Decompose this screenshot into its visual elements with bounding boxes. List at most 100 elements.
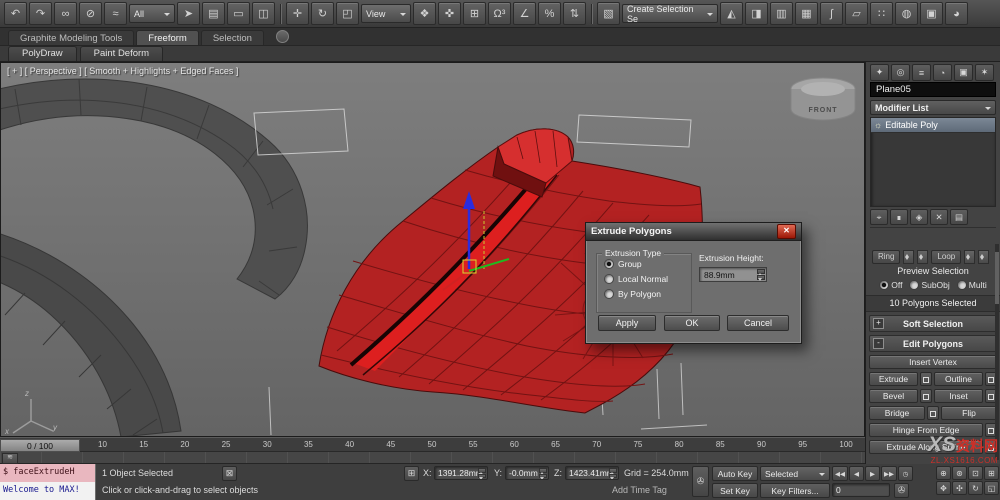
maxscript-listener[interactable]: Welcome to MAX! bbox=[0, 482, 96, 500]
insert-vertex-button[interactable]: Insert Vertex bbox=[869, 355, 997, 369]
hierarchy-tab-icon[interactable]: ≡ bbox=[912, 64, 931, 81]
selection-filter-dropdown[interactable]: All bbox=[129, 4, 175, 23]
maxscript-macro-recorder[interactable]: $ faceExtrudeH bbox=[0, 464, 96, 482]
preview-multi-radio[interactable]: Multi bbox=[956, 279, 987, 290]
select-by-name-icon[interactable]: ▤ bbox=[202, 2, 225, 25]
ribbon-minimize-button[interactable] bbox=[275, 30, 289, 43]
frame-tick[interactable]: 25 bbox=[222, 440, 231, 449]
extrude-settings-button[interactable] bbox=[920, 372, 932, 386]
schematic-view-icon[interactable]: ▱ bbox=[845, 2, 868, 25]
x-coordinate-input[interactable]: 1391.28mm bbox=[434, 466, 488, 480]
bridge-settings-button[interactable] bbox=[927, 406, 939, 420]
frame-tick[interactable]: 40 bbox=[345, 440, 354, 449]
expand-icon[interactable]: + bbox=[873, 318, 884, 329]
named-sets-icon[interactable]: ▧ bbox=[597, 2, 620, 25]
viewport-label[interactable]: [ + ] [ Perspective ] [ Smooth + Highlig… bbox=[7, 66, 238, 76]
go-start-button[interactable]: ◀◀ bbox=[832, 466, 848, 481]
loop-shrink-spinner[interactable] bbox=[978, 250, 990, 264]
key-mode-toggle-icon[interactable]: ✇ bbox=[894, 483, 909, 498]
extrude-button[interactable]: Extrude bbox=[869, 372, 918, 386]
group-radio[interactable]: Group bbox=[604, 259, 691, 269]
undo-icon[interactable]: ↶ bbox=[4, 2, 27, 25]
motion-tab-icon[interactable]: ◔ bbox=[933, 64, 952, 81]
outline-button[interactable]: Outline bbox=[934, 372, 983, 386]
visibility-bulb-icon[interactable]: ☼ bbox=[874, 120, 882, 130]
select-object-icon[interactable]: ➤ bbox=[177, 2, 200, 25]
tab-graphite-modeling-tools[interactable]: Graphite Modeling Tools bbox=[8, 30, 135, 45]
spinner-snap-icon[interactable]: ⇅ bbox=[563, 2, 586, 25]
layer-manager-icon[interactable]: ▥ bbox=[770, 2, 793, 25]
frame-tick[interactable]: 75 bbox=[633, 440, 642, 449]
frame-tick[interactable]: 95 bbox=[798, 440, 807, 449]
unlink-icon[interactable]: ⊘ bbox=[79, 2, 102, 25]
orbit-icon[interactable]: ↻ bbox=[968, 481, 983, 495]
frame-tick[interactable]: 55 bbox=[469, 440, 478, 449]
frame-tick[interactable]: 65 bbox=[551, 440, 560, 449]
key-filters-button[interactable]: Key Filters... bbox=[760, 483, 830, 498]
prev-frame-button[interactable]: ◀ bbox=[849, 466, 864, 481]
frame-tick[interactable]: 80 bbox=[675, 440, 684, 449]
frame-tick[interactable]: 70 bbox=[592, 440, 601, 449]
edit-polygons-rollout[interactable]: - Edit Polygons bbox=[869, 335, 997, 352]
material-editor-icon[interactable]: ∷ bbox=[870, 2, 893, 25]
scrollbar-thumb[interactable] bbox=[995, 252, 999, 304]
tab-freeform[interactable]: Freeform bbox=[136, 30, 199, 45]
create-tab-icon[interactable]: ✦ bbox=[870, 64, 889, 81]
show-end-result-icon[interactable]: ∎ bbox=[890, 209, 908, 225]
flip-button[interactable]: Flip bbox=[941, 406, 997, 420]
frame-tick[interactable]: 100 bbox=[839, 440, 852, 449]
ring-button[interactable]: Ring bbox=[872, 250, 901, 264]
curve-editor-icon[interactable]: ∫ bbox=[820, 2, 843, 25]
rendered-frame-icon[interactable]: ▣ bbox=[920, 2, 943, 25]
collapse-icon[interactable]: - bbox=[873, 338, 884, 349]
close-icon[interactable]: ✕ bbox=[777, 224, 796, 239]
panel-scrollbar[interactable] bbox=[995, 244, 999, 460]
current-frame-field[interactable]: 0 bbox=[832, 483, 890, 497]
time-slider[interactable]: 0 / 100 10 15 20 25 30 35 40 45 50 55 60 65 70 75 80 85… bbox=[0, 437, 865, 452]
frame-tick[interactable]: 15 bbox=[139, 440, 148, 449]
spinner-arrows[interactable] bbox=[539, 468, 547, 479]
zoom-region-icon[interactable]: ⊞ bbox=[984, 466, 999, 480]
mirror-icon[interactable]: ◭ bbox=[720, 2, 743, 25]
spinner-arrows[interactable] bbox=[757, 269, 765, 281]
y-coordinate-input[interactable]: -0.0mm bbox=[505, 466, 549, 480]
panel-paint-deform[interactable]: Paint Deform bbox=[79, 46, 164, 61]
percent-snap-icon[interactable]: % bbox=[538, 2, 561, 25]
frame-tick[interactable]: 35 bbox=[304, 440, 313, 449]
cancel-button[interactable]: Cancel bbox=[727, 315, 789, 331]
play-button[interactable]: ▶ bbox=[865, 466, 880, 481]
extrusion-height-input[interactable]: 88.9mm bbox=[699, 267, 767, 282]
ring-grow-spinner[interactable] bbox=[903, 250, 915, 264]
frame-tick[interactable]: 60 bbox=[510, 440, 519, 449]
walkthrough-icon[interactable]: ✣ bbox=[952, 481, 967, 495]
select-scale-icon[interactable]: ◰ bbox=[336, 2, 359, 25]
select-manipulate-icon[interactable]: ✜ bbox=[438, 2, 461, 25]
frame-tick[interactable]: 30 bbox=[263, 440, 272, 449]
preview-off-radio[interactable]: Off bbox=[879, 279, 902, 290]
rect-select-icon[interactable]: ▭ bbox=[227, 2, 250, 25]
pin-stack-icon[interactable]: ⌖ bbox=[870, 209, 888, 225]
apply-button[interactable]: Apply bbox=[598, 315, 656, 331]
loop-button[interactable]: Loop bbox=[931, 250, 962, 264]
zoom-extents-icon[interactable]: ⊡ bbox=[968, 466, 983, 480]
snap-toggle-icon[interactable]: Ω³ bbox=[488, 2, 511, 25]
utilities-tab-icon[interactable]: ✶ bbox=[975, 64, 994, 81]
add-time-tag[interactable]: Add Time Tag bbox=[612, 485, 667, 495]
auto-key-button[interactable]: Auto Key bbox=[712, 466, 758, 481]
remove-modifier-icon[interactable]: ✕ bbox=[930, 209, 948, 225]
stack-item-editable-poly[interactable]: ☼ Editable Poly bbox=[871, 118, 995, 133]
bevel-settings-button[interactable] bbox=[920, 389, 932, 403]
modify-tab-icon[interactable]: ◎ bbox=[891, 64, 910, 81]
ring-shrink-spinner[interactable] bbox=[917, 250, 929, 264]
bridge-button[interactable]: Bridge bbox=[869, 406, 925, 420]
frame-tick[interactable]: 85 bbox=[716, 440, 725, 449]
modifier-list-dropdown[interactable]: Modifier List bbox=[870, 100, 996, 115]
reference-coordsys-dropdown[interactable]: View bbox=[361, 4, 411, 23]
loop-grow-spinner[interactable] bbox=[964, 250, 976, 264]
preview-subobj-radio[interactable]: SubObj bbox=[909, 279, 950, 290]
select-link-icon[interactable]: ∞ bbox=[54, 2, 77, 25]
select-rotate-icon[interactable]: ↻ bbox=[311, 2, 334, 25]
select-move-icon[interactable]: ✛ bbox=[286, 2, 309, 25]
selection-lock-icon[interactable]: ⊠ bbox=[222, 466, 237, 481]
display-tab-icon[interactable]: ▣ bbox=[954, 64, 973, 81]
